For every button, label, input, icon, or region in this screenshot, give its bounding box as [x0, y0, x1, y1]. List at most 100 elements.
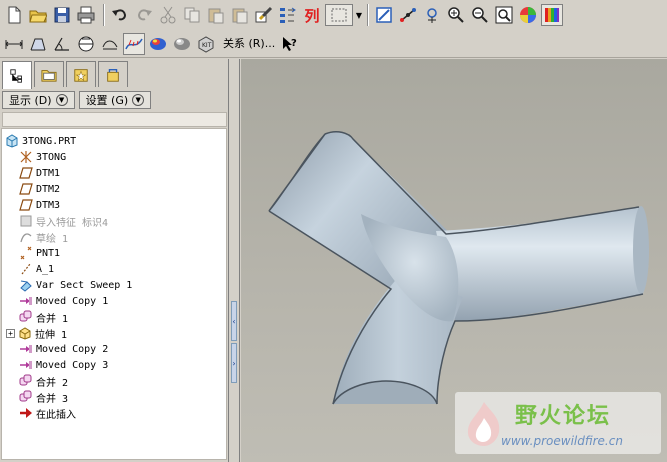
tree-item[interactable]: DTM1: [18, 165, 60, 181]
tree-item[interactable]: 导入特征 标识4: [18, 213, 108, 229]
open-folder-icon[interactable]: [27, 4, 49, 26]
tree-item-label: DTM1: [36, 167, 61, 179]
tree-item[interactable]: DTM2: [18, 181, 60, 197]
paste-icon[interactable]: [205, 4, 227, 26]
tab-layers[interactable]: [34, 61, 64, 87]
curvature-analysis-icon[interactable]: [123, 32, 145, 55]
datum-point-icon: [18, 246, 34, 260]
datum-plane-icon: [18, 198, 34, 212]
column-icon[interactable]: 列: [301, 4, 323, 26]
tree-item-label: Moved Copy 1: [36, 295, 109, 307]
tree-item-label: DTM2: [36, 183, 61, 195]
datum-plane-icon: [18, 182, 34, 196]
tree-item[interactable]: PNT1: [18, 245, 60, 261]
navigator-tabs: [0, 59, 229, 89]
show-menu-button[interactable]: 显示 (D) ▼: [2, 91, 75, 109]
model-tree-icon: [10, 68, 22, 83]
settings-menu-button[interactable]: 设置 (G) ▼: [78, 91, 152, 109]
tree-item-label: 草绘 1: [36, 233, 69, 245]
tree-item[interactable]: 3TONG.PRT: [4, 133, 76, 149]
orient-icon[interactable]: [421, 4, 443, 26]
expand-icon[interactable]: +: [6, 328, 15, 338]
moved-copy-icon: [18, 294, 34, 308]
draft-analysis-icon[interactable]: [171, 33, 193, 55]
context-help-icon[interactable]: ?: [279, 33, 301, 55]
merge-icon: [18, 310, 34, 324]
tree-item-label: Moved Copy 3: [36, 359, 109, 371]
tree-item[interactable]: A_1: [18, 261, 54, 277]
tree-item[interactable]: Moved Copy 2: [18, 341, 108, 357]
secondary-toolbar: KIT 关系 (R)... ?: [0, 30, 667, 58]
moved-copy-icon: [18, 342, 34, 356]
regenerate-icon[interactable]: [253, 4, 275, 26]
tree-item[interactable]: 合并 2: [18, 373, 68, 389]
model-appearance-icon[interactable]: [517, 4, 539, 26]
tree-item[interactable]: 3TONG: [18, 149, 66, 165]
tree-item-label: DTM3: [36, 199, 61, 211]
copy-icon[interactable]: [181, 4, 203, 26]
tab-connections[interactable]: [98, 61, 128, 87]
svg-text:KIT: KIT: [202, 42, 212, 49]
tree-item-label: 在此插入: [36, 409, 76, 421]
tree-item[interactable]: 在此插入: [18, 405, 76, 421]
cut-icon[interactable]: [157, 4, 179, 26]
tree-item[interactable]: 合并 3: [18, 389, 68, 405]
sketch-icon: [18, 230, 34, 244]
tab-model-tree[interactable]: [2, 61, 32, 89]
connections-icon: [107, 68, 119, 82]
shade-analysis-icon[interactable]: [147, 33, 169, 55]
tree-item-label: 导入特征 标识4: [36, 217, 109, 229]
dimension-icon[interactable]: [3, 33, 25, 55]
color-palette-icon[interactable]: [541, 4, 563, 26]
watermark-url: www.proewildfire.cn: [501, 434, 623, 448]
spin-center-icon[interactable]: [397, 4, 419, 26]
undo-icon[interactable]: [109, 4, 131, 26]
part-icon: [4, 134, 20, 148]
paste-special-icon[interactable]: [229, 4, 251, 26]
redo-icon[interactable]: [133, 4, 155, 26]
area-icon[interactable]: [27, 33, 49, 55]
tree-item[interactable]: 草绘 1: [18, 229, 68, 245]
print-icon[interactable]: [75, 4, 97, 26]
forum-watermark: 野火论坛 www.proewildfire.cn: [455, 392, 661, 454]
zoom-in-icon[interactable]: [445, 4, 467, 26]
tree-item[interactable]: Moved Copy 1: [18, 293, 108, 309]
refit-icon[interactable]: [493, 4, 515, 26]
relations-button[interactable]: 关系 (R)...: [219, 33, 279, 55]
collapse-left-icon[interactable]: ‹: [231, 301, 237, 341]
zoom-out-icon[interactable]: [469, 4, 491, 26]
select-box-icon[interactable]: [325, 4, 353, 26]
tree-item-label: 3TONG.PRT: [22, 135, 77, 147]
extrude-icon: [17, 326, 33, 340]
feature-info-icon[interactable]: KIT: [195, 33, 217, 55]
reorder-icon[interactable]: [277, 4, 299, 26]
tree-item[interactable]: + 拉伸 1: [6, 325, 67, 341]
favorites-icon: [74, 68, 88, 82]
tree-item[interactable]: Moved Copy 3: [18, 357, 108, 373]
folder-layers-icon: [41, 69, 57, 82]
tree-item[interactable]: DTM3: [18, 197, 60, 213]
new-file-icon[interactable]: [3, 4, 25, 26]
tree-item[interactable]: 合并 1: [18, 309, 68, 325]
expand-right-icon[interactable]: ›: [231, 343, 237, 383]
chevron-down-icon: ▼: [132, 94, 145, 106]
tree-item[interactable]: Var Sect Sweep 1: [18, 277, 132, 293]
tree-item-label: 拉伸 1: [35, 329, 68, 341]
mass-properties-icon[interactable]: [75, 33, 97, 55]
tree-item-label: 合并 1: [36, 313, 69, 325]
angle-icon[interactable]: [51, 33, 73, 55]
insert-here-arrow-icon: [18, 406, 34, 420]
tree-filter-bar: [2, 112, 227, 127]
panel-splitter[interactable]: ‹ ›: [229, 59, 240, 462]
merge-icon: [18, 390, 34, 404]
repaint-icon[interactable]: [373, 4, 395, 26]
graphics-window[interactable]: 野火论坛 www.proewildfire.cn: [241, 59, 667, 462]
save-icon[interactable]: [51, 4, 73, 26]
distance-icon[interactable]: [99, 33, 121, 55]
tab-favorites[interactable]: [66, 61, 96, 87]
svg-text:?: ?: [291, 38, 297, 49]
csys-icon: [18, 150, 34, 164]
select-dropdown-icon[interactable]: ▼: [355, 11, 363, 20]
column-label: 列: [304, 6, 320, 25]
sweep-icon: [18, 278, 34, 292]
